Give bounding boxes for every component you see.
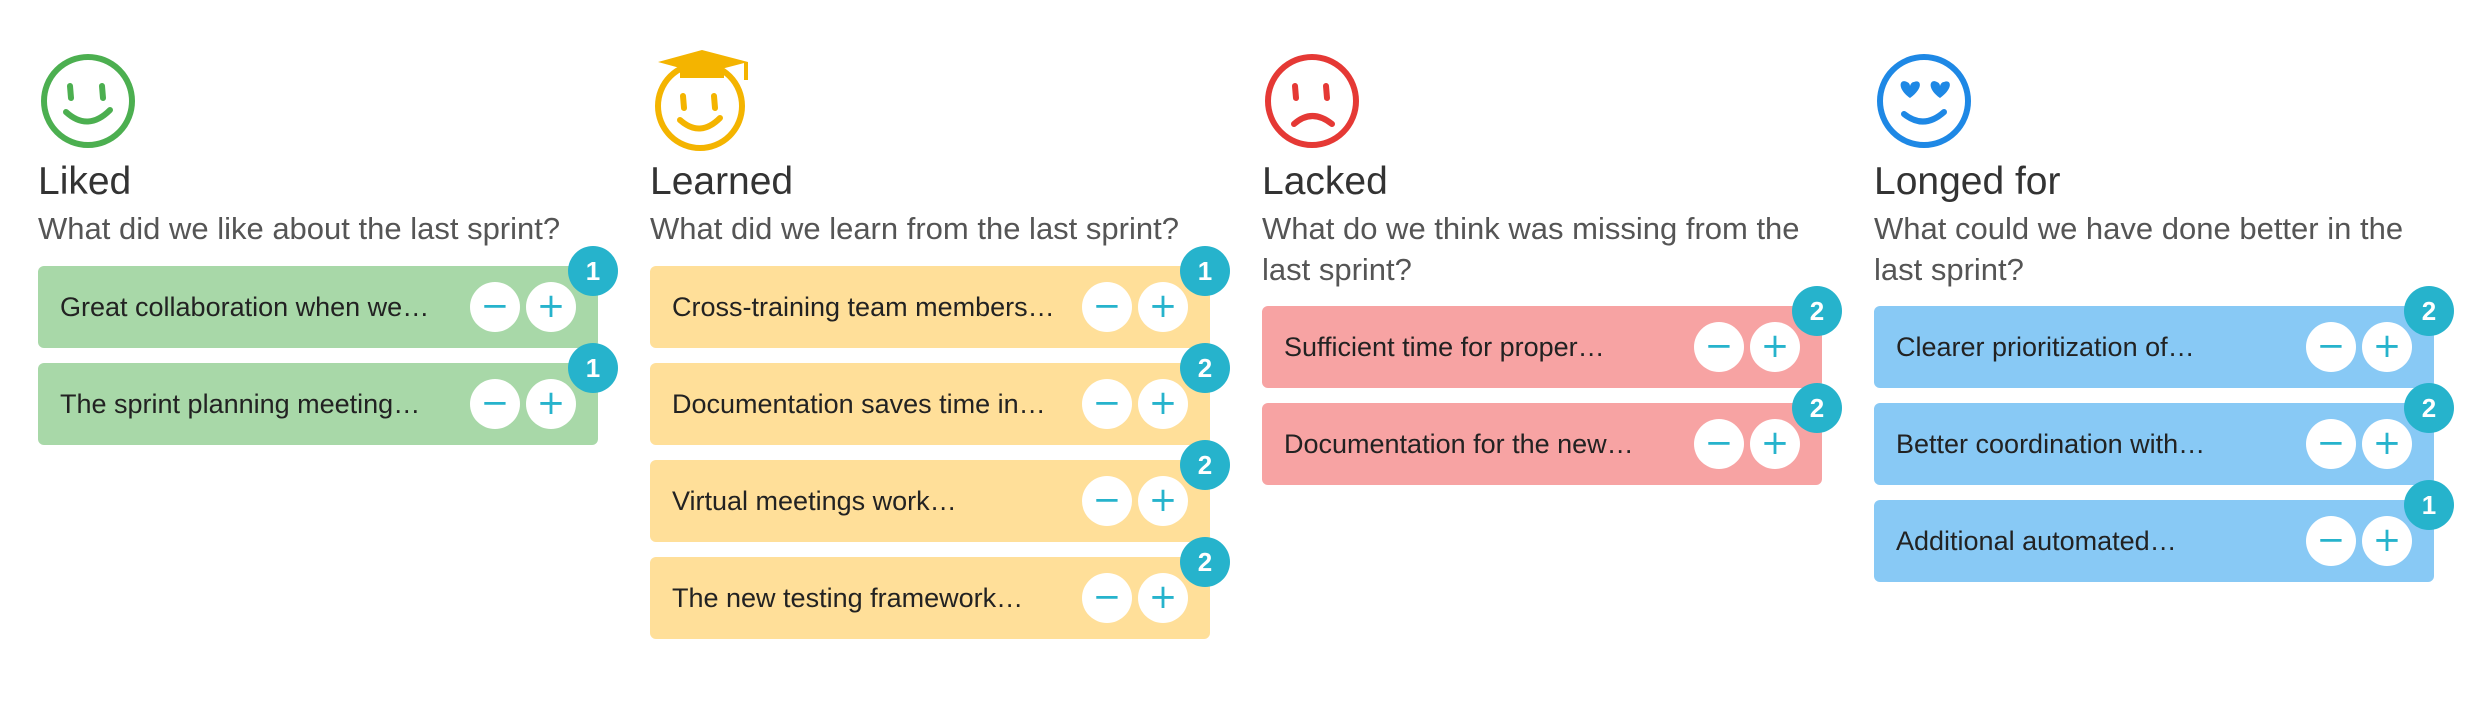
retro-card[interactable]: Great collaboration when we… − + 1 bbox=[38, 246, 618, 348]
vote-count-badge: 2 bbox=[1180, 440, 1230, 490]
card-list: Great collaboration when we… − + 1 The s… bbox=[38, 246, 618, 445]
card-text: Sufficient time for proper… bbox=[1284, 331, 1605, 362]
vote-count-badge: 1 bbox=[2404, 480, 2454, 530]
column-question: What do we think was missing from the la… bbox=[1262, 211, 1800, 287]
retro-card[interactable]: The new testing framework… − + 2 bbox=[650, 537, 1230, 639]
column-title: Lacked bbox=[1262, 160, 1388, 203]
column-learned: Learned What did we learn from the last … bbox=[650, 46, 1230, 654]
card-text: Documentation saves time in… bbox=[672, 388, 1046, 419]
retro-card[interactable]: Documentation for the new… − + 2 bbox=[1262, 383, 1842, 485]
smiley-face-icon bbox=[41, 54, 135, 148]
vote-count-badge: 1 bbox=[568, 343, 618, 393]
retro-card[interactable]: Sufficient time for proper… − + 2 bbox=[1262, 286, 1842, 388]
card-text: Documentation for the new… bbox=[1284, 428, 1634, 459]
downvote-button[interactable]: − bbox=[470, 379, 520, 429]
upvote-button[interactable]: + bbox=[2362, 419, 2412, 469]
retro-board: Liked What did we like about the last sp… bbox=[0, 0, 2480, 714]
vote-count-badge: 2 bbox=[1180, 537, 1230, 587]
downvote-button[interactable]: − bbox=[2306, 516, 2356, 566]
vote-count-badge: 2 bbox=[2404, 286, 2454, 336]
downvote-button[interactable]: − bbox=[1082, 476, 1132, 526]
upvote-button[interactable]: + bbox=[1138, 573, 1188, 623]
vote-count-badge: 1 bbox=[568, 246, 618, 296]
retro-card[interactable]: Additional automated… − + 1 bbox=[1874, 480, 2454, 582]
vote-count-badge: 2 bbox=[1180, 343, 1230, 393]
downvote-button[interactable]: − bbox=[2306, 322, 2356, 372]
downvote-button[interactable]: − bbox=[1082, 282, 1132, 332]
vote-count-badge: 2 bbox=[1792, 286, 1842, 336]
upvote-button[interactable]: + bbox=[2362, 516, 2412, 566]
card-text: Additional automated… bbox=[1896, 525, 2177, 556]
downvote-button[interactable]: − bbox=[1694, 322, 1744, 372]
upvote-button[interactable]: + bbox=[526, 282, 576, 332]
vote-count-badge: 2 bbox=[1792, 383, 1842, 433]
column-question: What could we have done better in the la… bbox=[1874, 211, 2404, 287]
column-question: What did we like about the last sprint? bbox=[38, 211, 561, 246]
card-list: Cross-training team members… − + 1 Docum… bbox=[650, 246, 1230, 639]
retro-card[interactable]: The sprint planning meeting… − + 1 bbox=[38, 343, 618, 445]
upvote-button[interactable]: + bbox=[1750, 419, 1800, 469]
card-text: Great collaboration when we… bbox=[60, 291, 430, 322]
sad-face-icon bbox=[1265, 54, 1359, 148]
card-text: Better coordination with… bbox=[1896, 428, 2206, 459]
card-list: Clearer prioritization of… − + 2 Better … bbox=[1874, 286, 2454, 582]
upvote-button[interactable]: + bbox=[526, 379, 576, 429]
card-text: The sprint planning meeting… bbox=[60, 388, 421, 419]
downvote-button[interactable]: − bbox=[1082, 573, 1132, 623]
downvote-button[interactable]: − bbox=[2306, 419, 2356, 469]
card-text: Cross-training team members… bbox=[672, 291, 1052, 322]
retro-card[interactable]: Better coordination with… − + 2 bbox=[1874, 383, 2454, 485]
column-title: Longed for bbox=[1874, 160, 2061, 203]
retro-card[interactable]: Documentation saves time in… − + 2 bbox=[650, 343, 1230, 445]
retro-card[interactable]: Virtual meetings work… − + 2 bbox=[650, 440, 1230, 542]
column-longed-for: Longed for What could we have done bette… bbox=[1874, 46, 2454, 597]
upvote-button[interactable]: + bbox=[1750, 322, 1800, 372]
card-list: Sufficient time for proper… − + 2 Docume… bbox=[1262, 286, 1842, 485]
retro-card[interactable]: Cross-training team members… − + 1 bbox=[650, 246, 1230, 348]
downvote-button[interactable]: − bbox=[1082, 379, 1132, 429]
upvote-button[interactable]: + bbox=[1138, 476, 1188, 526]
column-title: Learned bbox=[650, 160, 794, 203]
column-question: What did we learn from the last sprint? bbox=[650, 211, 1179, 246]
graduate-face-icon bbox=[655, 50, 748, 151]
column-title: Liked bbox=[38, 160, 132, 203]
vote-count-badge: 1 bbox=[1180, 246, 1230, 296]
upvote-button[interactable]: + bbox=[1138, 282, 1188, 332]
downvote-button[interactable]: − bbox=[470, 282, 520, 332]
card-text: The new testing framework… bbox=[672, 582, 1024, 613]
retro-card[interactable]: Clearer prioritization of… − + 2 bbox=[1874, 286, 2454, 388]
vote-count-badge: 2 bbox=[2404, 383, 2454, 433]
heart-eyes-face-icon bbox=[1877, 54, 1971, 148]
upvote-button[interactable]: + bbox=[2362, 322, 2412, 372]
column-lacked: Lacked What do we think was missing from… bbox=[1262, 46, 1842, 500]
card-text: Virtual meetings work… bbox=[672, 485, 957, 516]
column-liked: Liked What did we like about the last sp… bbox=[38, 46, 618, 460]
card-text: Clearer prioritization of… bbox=[1896, 331, 2195, 362]
upvote-button[interactable]: + bbox=[1138, 379, 1188, 429]
downvote-button[interactable]: − bbox=[1694, 419, 1744, 469]
